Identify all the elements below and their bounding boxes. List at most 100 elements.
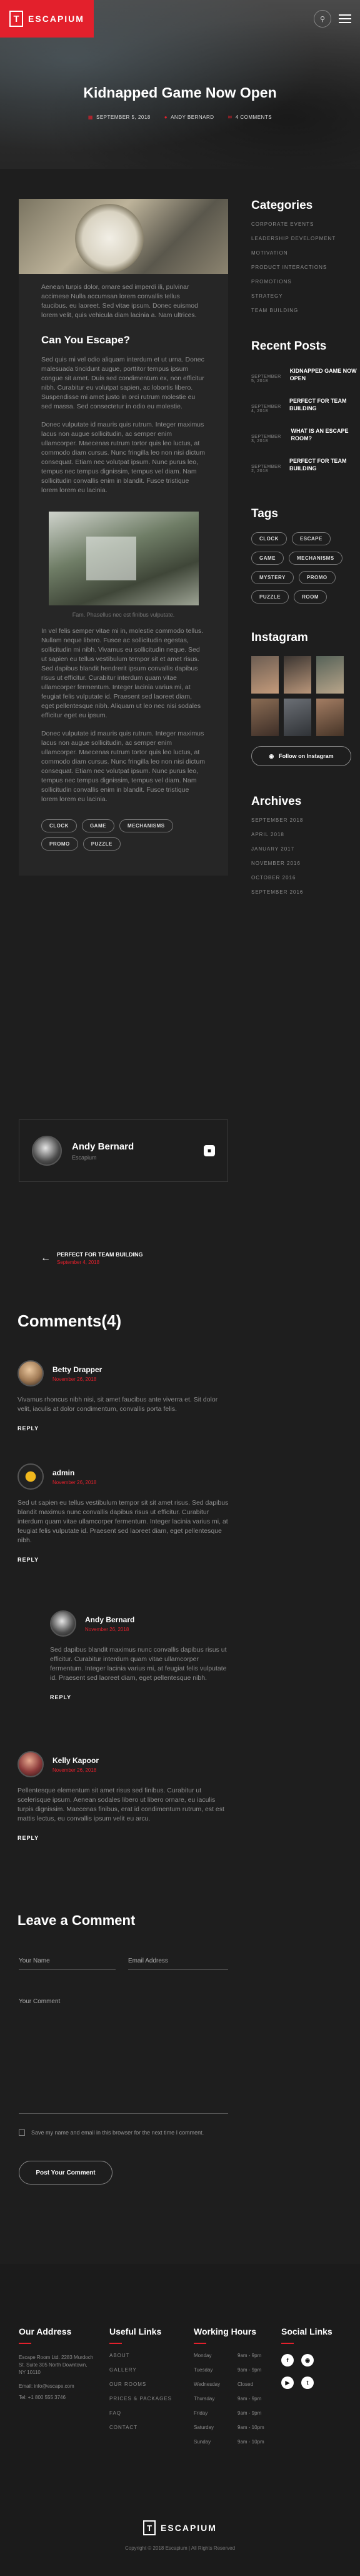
tag-game[interactable]: GAME: [81, 819, 114, 832]
footer-logo[interactable]: T ESCAPIUM: [0, 2520, 360, 2535]
instagram-photo[interactable]: [316, 699, 344, 736]
hours-time: 9am - 9pm: [238, 2367, 262, 2373]
comment-meta: Andy Bernard November 26, 2018: [85, 1615, 134, 1632]
tag-puzzle[interactable]: PUZZLE: [82, 837, 121, 851]
hours-row: Sunday 9am - 10pm: [194, 2439, 275, 2445]
facebook-icon[interactable]: f: [281, 2354, 294, 2366]
instagram-photo[interactable]: [284, 699, 311, 736]
reply-button[interactable]: REPLY: [50, 1694, 228, 1700]
footer-link[interactable]: FAQ: [109, 2410, 172, 2416]
footer-link[interactable]: ABOUT: [109, 2353, 172, 2358]
twitter-icon[interactable]: t: [301, 2376, 314, 2389]
recent-post[interactable]: SEPTEMBER 4, 2018 PERFECT FOR TEAM BUILD…: [251, 397, 360, 413]
recent-post-title: PERFECT FOR TEAM BUILDING: [289, 458, 347, 472]
post-date: ▦ SEPTEMBER 5, 2018: [88, 114, 151, 120]
instagram-icon[interactable]: ◉: [301, 2354, 314, 2366]
tag-mechanisms[interactable]: MECHANISMS: [289, 552, 342, 565]
social-row: ▶ t: [281, 2376, 350, 2389]
reply-button[interactable]: REPLY: [18, 1557, 230, 1563]
footer-email[interactable]: Email: info@escape.com: [19, 2383, 94, 2390]
youtube-icon[interactable]: ▶: [281, 2376, 294, 2389]
tag-game[interactable]: GAME: [251, 552, 284, 565]
consent-checkbox[interactable]: [19, 2129, 25, 2136]
post-navigation[interactable]: ← PERFECT FOR TEAM BUILDING September 4,…: [41, 1251, 143, 1265]
recent-post[interactable]: SEPTEMBER 2, 2018 PERFECT FOR TEAM BUILD…: [251, 457, 360, 473]
tag-clock[interactable]: CLOCK: [41, 819, 77, 832]
calendar-icon: ▦: [88, 114, 93, 120]
tag-clock[interactable]: CLOCK: [251, 532, 287, 545]
recent-post-title: PERFECT FOR TEAM BUILDING: [289, 398, 347, 412]
logo[interactable]: T ESCAPIUM: [0, 0, 94, 38]
post-paragraph: Donec vulputate id mauris quis rutrum. I…: [41, 730, 206, 803]
instagram-grid: [251, 656, 360, 736]
top-bar: T ESCAPIUM ⚲: [0, 0, 360, 38]
user-icon: ●: [164, 114, 168, 120]
tag-escape[interactable]: ESCAPE: [291, 532, 331, 545]
tag-promo[interactable]: PROMO: [41, 837, 78, 851]
footer-link[interactable]: CONTACT: [109, 2425, 172, 2430]
reply-button[interactable]: REPLY: [18, 1835, 230, 1841]
instagram-follow-label: Follow on Instagram: [279, 753, 334, 759]
recent-post[interactable]: SEPTEMBER 3, 2018 WHAT IS AN ESCAPE ROOM…: [251, 427, 360, 443]
archive-item[interactable]: SEPTEMBER 2018: [251, 817, 360, 823]
tag-puzzle[interactable]: PUZZLE: [251, 590, 289, 604]
instagram-photo[interactable]: [251, 699, 279, 736]
author-name[interactable]: Andy Bernard: [72, 1141, 134, 1152]
tag-mystery[interactable]: MYSTERY: [251, 571, 294, 584]
avatar: [18, 1751, 44, 1777]
category-item[interactable]: MOTIVATION: [251, 250, 360, 256]
avatar: [18, 1463, 44, 1490]
footer-phone[interactable]: Tel: +1 800 555 3746: [19, 2394, 94, 2402]
email-field[interactable]: Email Address: [128, 1957, 228, 1970]
instagram-follow-button[interactable]: ◉ Follow on Instagram: [251, 746, 351, 766]
hamburger-icon[interactable]: [339, 14, 351, 23]
footer-link[interactable]: GALLERY: [109, 2367, 172, 2373]
archive-item[interactable]: SEPTEMBER 2016: [251, 889, 360, 895]
comment-author: admin: [52, 1468, 75, 1477]
archive-item[interactable]: NOVEMBER 2016: [251, 861, 360, 866]
comment-textarea[interactable]: Your Comment: [19, 1998, 228, 2114]
category-item[interactable]: LEADERSHIP DEVELOPMENT: [251, 236, 360, 241]
post-comments[interactable]: ✉ 4 COMMENTS: [228, 114, 272, 120]
tag-mechanisms[interactable]: MECHANISMS: [119, 819, 173, 832]
recent-post-title: KIDNAPPED GAME NOW OPEN: [289, 368, 357, 381]
category-item[interactable]: PRODUCT INTERACTIONS: [251, 265, 360, 270]
reply-button[interactable]: REPLY: [18, 1425, 230, 1432]
footer-links: Useful Links ABOUT GALLERY OUR ROOMS PRI…: [109, 2326, 172, 2430]
recent-post-date: SEPTEMBER 4, 2018: [251, 405, 281, 413]
category-item[interactable]: CORPORATE EVENTS: [251, 221, 360, 227]
recent-post[interactable]: SEPTEMBER 5, 2018 KIDNAPPED GAME NOW OPE…: [251, 367, 360, 383]
comment: Kelly Kapoor November 26, 2018 Pellentes…: [18, 1751, 230, 1841]
category-item[interactable]: STRATEGY: [251, 293, 360, 299]
tag-promo[interactable]: PROMO: [298, 571, 336, 584]
footer-link[interactable]: PRICES & PACKAGES: [109, 2396, 172, 2402]
instagram-photo[interactable]: [284, 656, 311, 694]
author-info: Andy Bernard Escapium: [72, 1141, 134, 1161]
footer-links-title: Useful Links: [109, 2326, 162, 2336]
post-comment-button[interactable]: Post Your Comment: [19, 2161, 112, 2185]
consent-label: Save my name and email in this browser f…: [31, 2129, 204, 2136]
footer-hours: Working Hours Monday 9am - 9pm Tuesday 9am…: [194, 2326, 275, 2445]
hours-row: Monday 9am - 9pm: [194, 2353, 275, 2358]
post-paragraph: In vel felis semper vitae mi in, molesti…: [41, 627, 204, 719]
instagram-photo[interactable]: [251, 656, 279, 694]
recent-post-title: WHAT IS AN ESCAPE ROOM?: [291, 428, 349, 442]
address-text: Escape Room Ltd. 2283 Murdoch St. Suite …: [19, 2355, 94, 2375]
name-field[interactable]: Your Name: [19, 1957, 116, 1970]
logo-mark: T: [9, 11, 24, 27]
next-post-title: PERFECT FOR TEAM BUILDING: [57, 1251, 143, 1258]
search-icon[interactable]: ⚲: [314, 10, 331, 28]
arrow-left-icon: ←: [41, 1252, 51, 1263]
category-item[interactable]: PROMOTIONS: [251, 279, 360, 285]
tag-room[interactable]: ROOM: [294, 590, 327, 604]
category-item[interactable]: TEAM BUILDING: [251, 308, 360, 313]
post-author[interactable]: ● ANDY BERNARD: [164, 114, 214, 120]
archive-item[interactable]: APRIL 2018: [251, 832, 360, 837]
square-icon[interactable]: ■: [204, 1145, 215, 1156]
footer-link[interactable]: OUR ROOMS: [109, 2382, 172, 2387]
hours-day: Sunday: [194, 2439, 211, 2445]
archive-item[interactable]: JANUARY 2017: [251, 846, 360, 852]
archive-item[interactable]: OCTOBER 2016: [251, 875, 360, 881]
logo-mark: T: [143, 2520, 156, 2535]
instagram-photo[interactable]: [316, 656, 344, 694]
